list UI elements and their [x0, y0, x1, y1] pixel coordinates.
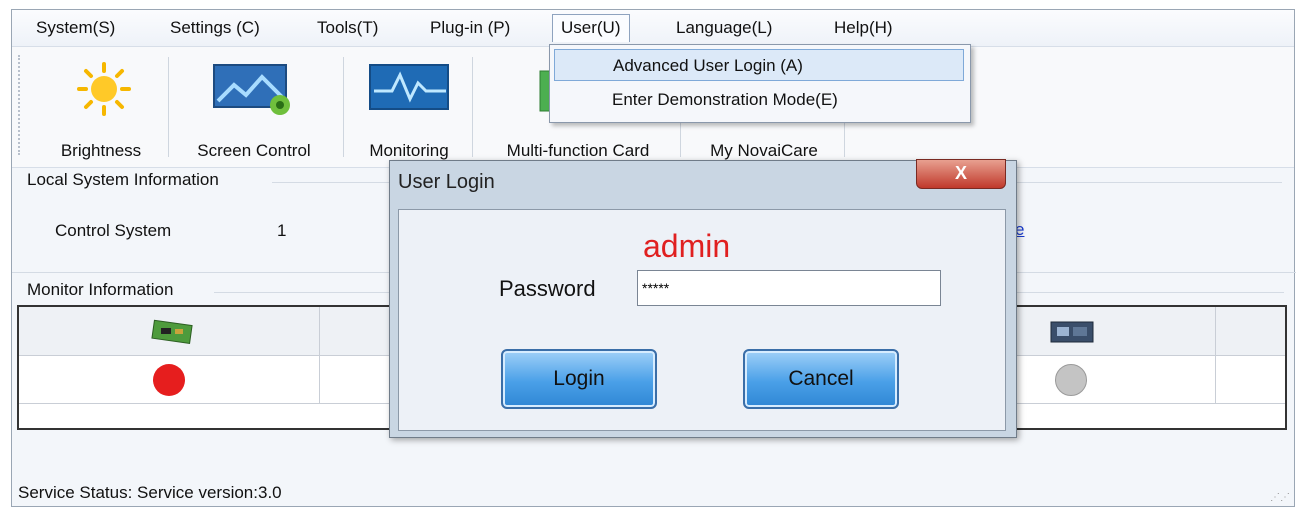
- monitor-waveform-icon: [368, 61, 452, 122]
- screen-control-button[interactable]: Screen Control: [174, 47, 334, 165]
- admin-annotation: admin: [643, 228, 731, 264]
- advanced-user-login-label: Advanced User Login (A): [613, 56, 803, 75]
- screen-control-label: Screen Control: [197, 141, 311, 160]
- user-login-dialog: User Login X admin Password Login Cancel: [389, 159, 1017, 438]
- dialog-title: User Login: [398, 171, 495, 193]
- advanced-user-login-item[interactable]: Advanced User Login (A): [554, 49, 964, 81]
- receiving-status-dot: [153, 364, 185, 396]
- control-system-label: Control System: [55, 221, 172, 240]
- resize-grip-icon[interactable]: ⋰⋰: [1270, 492, 1290, 503]
- dialog-body: admin Password Login Cancel: [398, 209, 1006, 431]
- cancel-button[interactable]: Cancel: [743, 349, 899, 409]
- user-dropdown-menu: Advanced User Login (A) Enter Demonstrat…: [549, 44, 971, 123]
- monitoring-label: Monitoring: [369, 141, 449, 160]
- login-button[interactable]: Login: [501, 349, 657, 409]
- sending-status-dot: [1055, 364, 1087, 396]
- menu-system[interactable]: System(S): [36, 18, 115, 38]
- local-info-title: Local System Information: [27, 170, 225, 190]
- login-label: Login: [553, 367, 605, 390]
- brightness-button[interactable]: Brightness: [36, 47, 166, 165]
- my-novaicare-label: My NovaiCare: [710, 141, 818, 160]
- demonstration-mode-item[interactable]: Enter Demonstration Mode(E): [554, 84, 964, 116]
- cancel-label: Cancel: [788, 367, 854, 390]
- control-system-value: 1: [277, 221, 287, 240]
- password-label: Password: [499, 276, 596, 301]
- close-icon: X: [954, 163, 967, 183]
- toolbar-grip: [18, 55, 23, 155]
- menu-user[interactable]: User(U): [552, 14, 630, 42]
- screen-gear-icon: [212, 61, 296, 122]
- sun-icon: [76, 61, 132, 122]
- menu-language[interactable]: Language(L): [676, 18, 772, 38]
- brightness-label: Brightness: [60, 141, 142, 160]
- receiving-card-icon: [151, 319, 195, 350]
- demonstration-mode-label: Enter Demonstration Mode(E): [612, 90, 838, 109]
- monitoring-button[interactable]: Monitoring: [350, 47, 468, 165]
- menu-help[interactable]: Help(H): [834, 18, 893, 38]
- menu-bar: System(S) Settings (C) Tools(T) Plug-in …: [12, 10, 1294, 47]
- monitor-info-title: Monitor Information: [27, 280, 180, 300]
- menu-plugin[interactable]: Plug-in (P): [430, 18, 510, 38]
- menu-tools[interactable]: Tools(T): [317, 18, 378, 38]
- password-input[interactable]: [637, 270, 941, 306]
- multifunction-card-label: Multi-function Card: [506, 141, 650, 160]
- service-status: Service Status: Service version:3.0: [18, 483, 282, 502]
- sending-card-icon: [1049, 319, 1095, 350]
- menu-settings[interactable]: Settings (C): [170, 18, 260, 38]
- close-button[interactable]: X: [916, 159, 1006, 189]
